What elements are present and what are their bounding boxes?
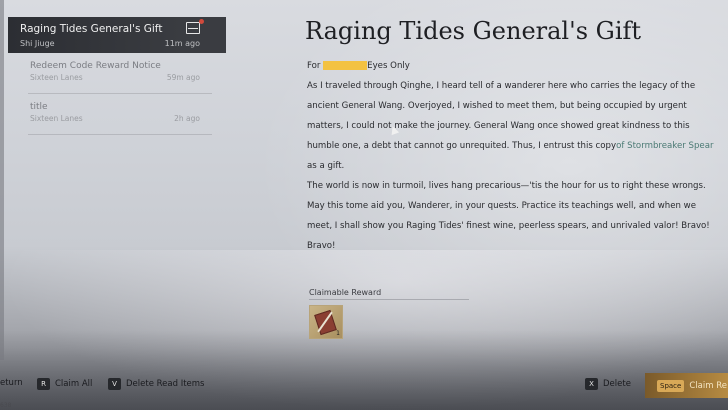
mail-sender: Sixteen Lanes: [30, 73, 83, 82]
background-shadow: [0, 330, 728, 410]
corner-number: 638: [0, 402, 12, 409]
for-suffix: Eyes Only: [367, 61, 410, 71]
mail-list: Raging Tides General's Gift Shi Jiuge 11…: [8, 17, 226, 135]
reward-divider: [309, 299, 469, 300]
mail-sender: Shi Jiuge: [20, 39, 55, 48]
unread-badge-icon: [199, 19, 204, 24]
addressee-line: For Eyes Only: [307, 56, 717, 76]
para1-end: as a gift.: [307, 161, 345, 171]
mail-envelope-icon: [186, 22, 200, 34]
return-label: eturn: [0, 378, 23, 388]
key-space-icon: Space: [657, 379, 685, 392]
mail-title: Redeem Code Reward Notice: [30, 61, 161, 71]
letter-paragraph-2: The world is now in turmoil, lives hang …: [307, 181, 710, 251]
mail-sender: Sixteen Lanes: [30, 114, 83, 123]
claim-reward-button[interactable]: Space Claim Re: [645, 373, 728, 398]
left-edge-bar: [0, 0, 4, 360]
delete-read-label: Delete Read Items: [126, 379, 205, 389]
reward-count: 1: [336, 330, 340, 337]
reward-label: Claimable Reward: [309, 288, 382, 297]
letter-paragraph-1: As I traveled through Qinghe, I heard te…: [307, 76, 717, 176]
reward-item-slot[interactable]: 1: [309, 305, 343, 339]
list-divider: [28, 134, 212, 135]
mail-detail-body: For Eyes Only As I traveled through Qing…: [307, 56, 717, 256]
mail-time: 11m ago: [164, 39, 200, 48]
mail-item-title[interactable]: title Sixteen Lanes 2h ago: [20, 98, 204, 134]
mail-item-redeem-code[interactable]: Redeem Code Reward Notice Sixteen Lanes …: [20, 57, 204, 93]
item-link[interactable]: of Stormbreaker Spear: [616, 141, 713, 151]
redacted-name: [323, 61, 368, 70]
delete-button[interactable]: X Delete: [585, 378, 631, 390]
claim-all-button[interactable]: R Claim All: [37, 378, 92, 390]
return-button[interactable]: eturn: [0, 378, 23, 388]
mail-detail-title: Raging Tides General's Gift: [305, 17, 642, 45]
key-x-icon: X: [585, 378, 598, 390]
for-prefix: For: [307, 61, 321, 71]
claim-all-label: Claim All: [55, 379, 93, 389]
key-r-icon: R: [37, 378, 50, 390]
claim-label: Claim Re: [689, 380, 727, 391]
delete-read-button[interactable]: V Delete Read Items: [108, 378, 204, 390]
mail-time: 2h ago: [174, 114, 200, 123]
delete-label: Delete: [603, 379, 631, 389]
mail-time: 59m ago: [166, 73, 200, 82]
bottom-action-bar: eturn R Claim All V Delete Read Items X …: [0, 375, 728, 397]
mail-item-raging-tides[interactable]: Raging Tides General's Gift Shi Jiuge 11…: [8, 17, 226, 53]
mail-title: Raging Tides General's Gift: [20, 23, 163, 35]
key-v-icon: V: [108, 378, 121, 390]
mail-title: title: [30, 102, 48, 112]
